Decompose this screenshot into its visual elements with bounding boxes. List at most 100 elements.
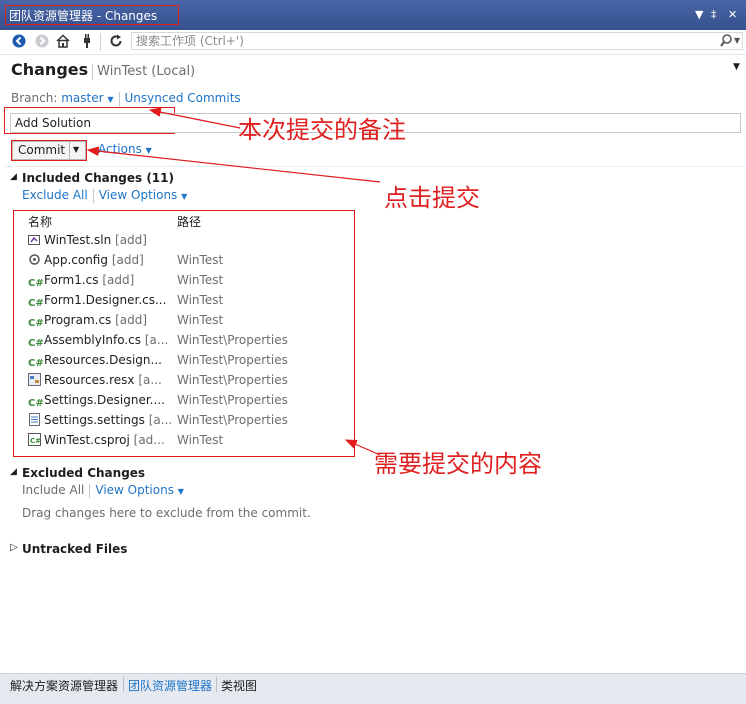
dropdown-icon[interactable]: ▼ (695, 8, 703, 21)
search-placeholder: 搜索工作项 (Ctrl+') (136, 34, 244, 48)
file-name: Resources.resx (44, 373, 135, 387)
file-row[interactable]: Resources.resx [a... WinTest\Properties (28, 373, 348, 393)
file-status: [ad... (133, 433, 165, 447)
view-options-link[interactable]: View Options ▼ (99, 188, 188, 202)
forward-icon[interactable] (35, 34, 49, 48)
file-path: WinTest\Properties (177, 353, 288, 367)
title-highlight-box (5, 5, 179, 25)
actions-label: Actions (98, 142, 142, 156)
file-path: WinTest\Properties (177, 373, 288, 387)
search-dropdown-icon[interactable]: ▼ (734, 36, 740, 45)
file-status: [add] (111, 253, 144, 267)
pin-icon[interactable]: ‡ (711, 8, 717, 21)
view-options-label: View Options (95, 483, 174, 497)
commit-label: Commit (18, 143, 66, 157)
csharp-icon: C# (28, 298, 44, 309)
column-header-name[interactable]: 名称 (28, 213, 52, 230)
included-links: Exclude All View Options ▼ (22, 188, 187, 203)
file-status: [add] (115, 233, 147, 247)
file-row[interactable]: C#Resources.Design... WinTest\Properties (28, 353, 348, 373)
file-path: WinTest (177, 313, 224, 327)
file-row[interactable]: C#Program.cs [add] WinTest (28, 313, 348, 333)
file-row[interactable]: C#Form1.cs [add] WinTest (28, 273, 348, 293)
include-all-link[interactable]: Include All (22, 483, 84, 497)
close-icon[interactable]: ✕ (728, 8, 737, 21)
excluded-hint: Drag changes here to exclude from the co… (22, 506, 311, 520)
exclude-all-link[interactable]: Exclude All (22, 188, 88, 202)
csharp-icon: C# (28, 338, 44, 349)
excluded-changes-title[interactable]: Excluded Changes (22, 466, 145, 480)
file-row[interactable]: C#AssemblyInfo.cs [a... WinTest\Propertie… (28, 333, 348, 353)
solution-icon (28, 233, 44, 247)
file-row[interactable]: C#Form1.Designer.cs... WinTest (28, 293, 348, 313)
page-header: Changes WinTest (Local) (11, 60, 195, 80)
file-name: Resources.Design... (44, 353, 162, 367)
actions-menu[interactable]: Actions ▼ (98, 142, 152, 156)
file-path: WinTest (177, 293, 224, 307)
tab-separator (216, 677, 217, 692)
annotation-changes-content: 需要提交的内容 (374, 450, 542, 478)
branch-selector[interactable]: master ▼ (61, 91, 113, 105)
included-changes-title[interactable]: Included Changes (11) (22, 171, 174, 185)
unsynced-commits-link[interactable]: Unsynced Commits (125, 91, 241, 105)
file-path: WinTest\Properties (177, 393, 288, 407)
file-name: Form1.Designer.cs... (44, 293, 167, 307)
file-status: [a... (144, 333, 169, 347)
annotation-click-commit: 点击提交 (384, 184, 480, 212)
file-name: Settings.settings (44, 413, 145, 427)
refresh-icon[interactable] (109, 34, 123, 48)
home-icon[interactable] (56, 34, 70, 48)
page-subtitle: WinTest (Local) (97, 64, 196, 79)
config-icon (28, 253, 44, 267)
file-status: [a... (138, 373, 162, 387)
search-icon[interactable] (720, 34, 732, 47)
chevron-down-icon: ▼ (107, 95, 114, 104)
connect-icon[interactable] (80, 34, 94, 48)
untracked-files-title[interactable]: Untracked Files (22, 542, 127, 556)
commit-dropdown-icon[interactable]: ▼ (73, 145, 79, 154)
file-status: [a... (148, 413, 173, 427)
csharp-icon: C# (28, 398, 44, 409)
chevron-down-icon: ▼ (145, 146, 152, 155)
file-path: WinTest (177, 433, 224, 447)
collapse-icon[interactable]: ◢ (10, 172, 17, 182)
resx-icon (28, 373, 44, 387)
collapse-icon[interactable]: ◢ (10, 467, 17, 477)
branch-row: Branch: master ▼ Unsynced Commits (11, 91, 241, 106)
commit-split-divider (69, 142, 70, 159)
file-path: WinTest\Properties (177, 333, 288, 347)
tab-class-view[interactable]: 类视图 (221, 677, 257, 694)
view-options-label: View Options (98, 188, 178, 202)
file-path: WinTest (177, 253, 224, 267)
header-menu-icon[interactable]: ▼ (733, 62, 740, 72)
back-icon[interactable] (12, 34, 26, 48)
csharp-icon: C# (28, 358, 44, 369)
file-row[interactable]: WinTest.sln [add] (28, 233, 348, 253)
branch-value: master (61, 91, 104, 105)
annotation-commit-note: 本次提交的备注 (238, 116, 406, 144)
view-options-link[interactable]: View Options ▼ (95, 483, 184, 497)
file-path: WinTest (177, 273, 224, 287)
file-name: Form1.cs (44, 273, 99, 287)
toolbar-separator (100, 33, 101, 51)
tab-separator (123, 677, 124, 692)
file-row[interactable]: Settings.settings [a... WinTest\Propertie… (28, 413, 348, 433)
file-row[interactable]: App.config [add] WinTest (28, 253, 348, 273)
csproj-icon: C# (28, 433, 44, 447)
column-header-path[interactable]: 路径 (177, 213, 201, 230)
file-name: Settings.Designer.... (44, 393, 165, 407)
csharp-icon: C# (28, 278, 44, 289)
chevron-down-icon: ▼ (177, 487, 184, 496)
file-name: WinTest.csproj (44, 433, 130, 447)
file-row[interactable]: C# WinTest.csproj [ad... WinTest (28, 433, 348, 453)
file-row[interactable]: C#Settings.Designer.... WinTest\Propertie… (28, 393, 348, 413)
page-title: Changes (11, 60, 89, 79)
excluded-links: Include All View Options ▼ (22, 483, 184, 498)
commit-button[interactable]: Commit ▼ (12, 141, 86, 160)
branch-label: Branch: (11, 91, 58, 105)
tab-solution-explorer[interactable]: 解决方案资源管理器 (10, 677, 118, 694)
file-name: WinTest.sln (44, 233, 112, 247)
file-status: [add] (102, 273, 135, 287)
tab-team-explorer[interactable]: 团队资源管理器 (128, 677, 212, 694)
expand-icon[interactable]: ▷ (10, 542, 18, 553)
